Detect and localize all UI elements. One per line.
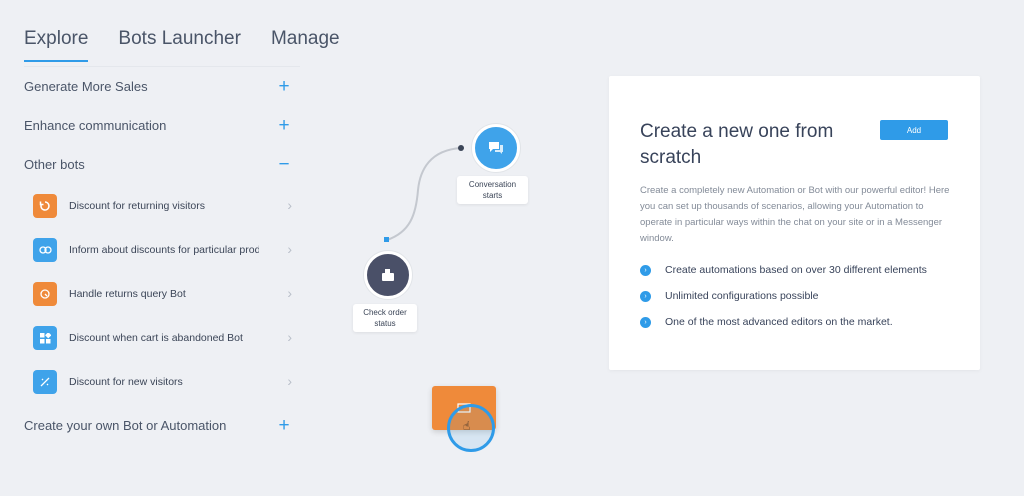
bot-label: Discount for new visitors <box>69 376 183 388</box>
list-item-bot[interactable]: Inform about discounts for particular pr… <box>24 228 300 272</box>
list-item: › Unlimited configurations possible <box>640 283 927 309</box>
node-label: Check order <box>363 308 407 317</box>
grid-icon <box>33 326 57 350</box>
chat-icon[interactable] <box>472 124 520 172</box>
section-other-bots[interactable]: Other bots − <box>24 145 300 184</box>
sidebar: Generate More Sales + Enhance communicat… <box>24 66 300 445</box>
feature-text: One of the most advanced editors on the … <box>665 316 893 328</box>
feature-text: Unlimited configurations possible <box>665 290 819 302</box>
return-icon <box>33 282 57 306</box>
bot-label: Discount for returning visitors <box>69 200 205 212</box>
create-from-scratch-card: Create a new one from scratch Add Create… <box>609 76 980 370</box>
bot-list: Discount for returning visitors › Inform… <box>24 184 300 404</box>
section-label: Generate More Sales <box>24 78 148 94</box>
main-tabs: Explore Bots Launcher Manage <box>24 28 370 62</box>
chevron-right-icon: › <box>287 285 292 301</box>
chevron-bullet-icon: › <box>640 264 651 276</box>
section-create-your-own[interactable]: Create your own Bot or Automation + <box>24 406 300 445</box>
section-label: Enhance communication <box>24 117 167 133</box>
bag-icon[interactable] <box>364 251 412 299</box>
tab-manage[interactable]: Manage <box>271 28 340 62</box>
tab-bots-launcher[interactable]: Bots Launcher <box>118 28 241 62</box>
chevron-bullet-icon: › <box>640 316 651 328</box>
section-label: Create your own Bot or Automation <box>24 417 227 433</box>
plus-icon[interactable]: + <box>274 116 294 135</box>
list-item: › Create automations based on over 30 di… <box>640 257 927 283</box>
node-label: starts <box>482 191 503 200</box>
chevron-right-icon: › <box>287 197 292 213</box>
list-item: › One of the most advanced editors on th… <box>640 309 927 335</box>
link-icon <box>33 238 57 262</box>
node-check-order-status[interactable]: Check order status <box>353 304 417 332</box>
tag-icon <box>33 370 57 394</box>
bot-label: Handle returns query Bot <box>69 288 186 300</box>
flow-diagram: Conversation starts Check order status ☝ <box>340 110 570 470</box>
chevron-right-icon: › <box>287 373 292 389</box>
node-conversation-starts[interactable]: Conversation starts <box>457 176 528 204</box>
card-description: Create a completely new Automation or Bo… <box>640 185 950 244</box>
list-item-bot[interactable]: Discount for returning visitors › <box>24 184 300 228</box>
feature-list: › Create automations based on over 30 di… <box>640 257 927 335</box>
add-button[interactable]: Add <box>880 120 948 140</box>
list-item-bot[interactable]: Handle returns query Bot › <box>24 272 300 316</box>
chevron-bullet-icon: › <box>640 290 651 302</box>
node-label: status <box>374 319 396 328</box>
card-title: Create a new one from scratch <box>640 121 834 168</box>
bot-label: Inform about discounts for particular pr… <box>69 244 259 256</box>
chevron-right-icon: › <box>287 241 292 257</box>
chevron-right-icon: › <box>287 329 292 345</box>
section-enhance-communication[interactable]: Enhance communication + <box>24 106 300 145</box>
section-label: Other bots <box>24 156 85 172</box>
list-item-bot[interactable]: Discount for new visitors › <box>24 360 300 404</box>
hand-cursor-icon: ☝ <box>463 419 471 433</box>
feature-text: Create automations based on over 30 diff… <box>665 264 927 276</box>
plus-icon[interactable]: + <box>274 416 294 435</box>
tab-explore[interactable]: Explore <box>24 28 89 62</box>
plus-icon[interactable]: + <box>274 77 294 96</box>
cursor-highlight <box>447 404 495 452</box>
refresh-icon <box>33 194 57 218</box>
bot-label: Discount when cart is abandoned Bot <box>69 332 243 344</box>
node-label: Conversation <box>468 180 517 189</box>
section-generate-more-sales[interactable]: Generate More Sales + <box>24 66 300 106</box>
list-item-bot[interactable]: Discount when cart is abandoned Bot › <box>24 316 300 360</box>
minus-icon[interactable]: − <box>274 155 294 174</box>
